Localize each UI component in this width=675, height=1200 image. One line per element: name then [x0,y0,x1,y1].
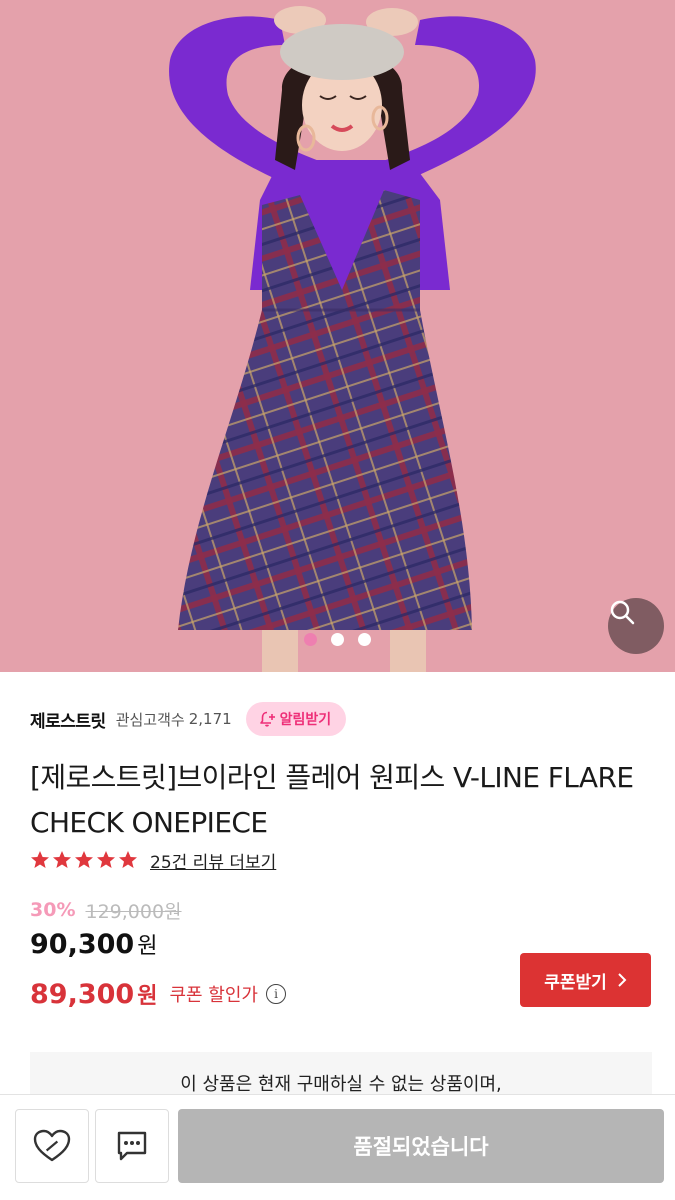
heart-icon [33,1129,71,1162]
zoom-button[interactable] [608,598,664,654]
bottom-action-bar: 품절되었습니다 [0,1094,675,1200]
product-photo-illustration [0,0,675,672]
followers-label: 관심고객수 [115,710,185,729]
alert-button-label: 알림받기 [279,712,332,728]
coupon-price: 89,300 [30,978,135,1010]
price-row: 90,300 원 [30,928,157,968]
chevron-right-icon [618,973,627,987]
rating-stars [30,850,138,870]
alert-subscribe-button[interactable]: 알림받기 [245,702,347,736]
coupon-price-unit: 원 [137,984,158,1009]
rating-row: 25건 리뷰 더보기 [30,846,276,874]
wishlist-button[interactable] [15,1109,89,1183]
star-icon [31,851,49,868]
sale-price: 90,300 [30,929,135,960]
soldout-button[interactable]: 품절되었습니다 [178,1109,664,1183]
coupon-button-label: 쿠폰받기 [544,972,607,993]
store-name[interactable]: 제로스트릿 [30,707,106,732]
chat-icon [117,1131,147,1161]
search-icon [610,600,635,625]
price-unit: 원 [137,934,158,959]
carousel-dot[interactable] [331,633,344,646]
chat-button[interactable] [95,1109,169,1183]
star-icon [119,851,137,868]
product-image[interactable] [0,0,675,672]
carousel-dot[interactable] [304,633,317,646]
get-coupon-button[interactable]: 쿠폰받기 [520,953,651,1007]
carousel-dot[interactable] [358,633,371,646]
followers-count: 2,171 [188,710,232,728]
review-link[interactable]: 25건 리뷰 더보기 [150,848,276,873]
notice-text: 이 상품은 현재 구매하실 수 없는 상품이며, [180,1074,502,1095]
star-icon [53,851,71,868]
carousel-indicators [0,633,675,646]
star-icon [97,851,115,868]
coupon-price-row: 89,300 원 쿠폰 할인가 i [30,974,286,1014]
discount-row: 30% 129,000원 [30,896,182,924]
product-title: [제로스트릿]브이라인 플레어 원피스 V-LINE FLARE CHECK O… [30,761,634,839]
store-info: 제로스트릿 관심고객수 2,171 알림받기 [30,702,347,736]
star-icon [75,851,93,868]
info-icon[interactable]: i [265,984,286,1004]
discount-rate: 30% [30,899,76,921]
coupon-label: 쿠폰 할인가 [169,985,258,1006]
bell-plus-icon [259,711,275,727]
original-price: 129,000원 [85,900,182,923]
